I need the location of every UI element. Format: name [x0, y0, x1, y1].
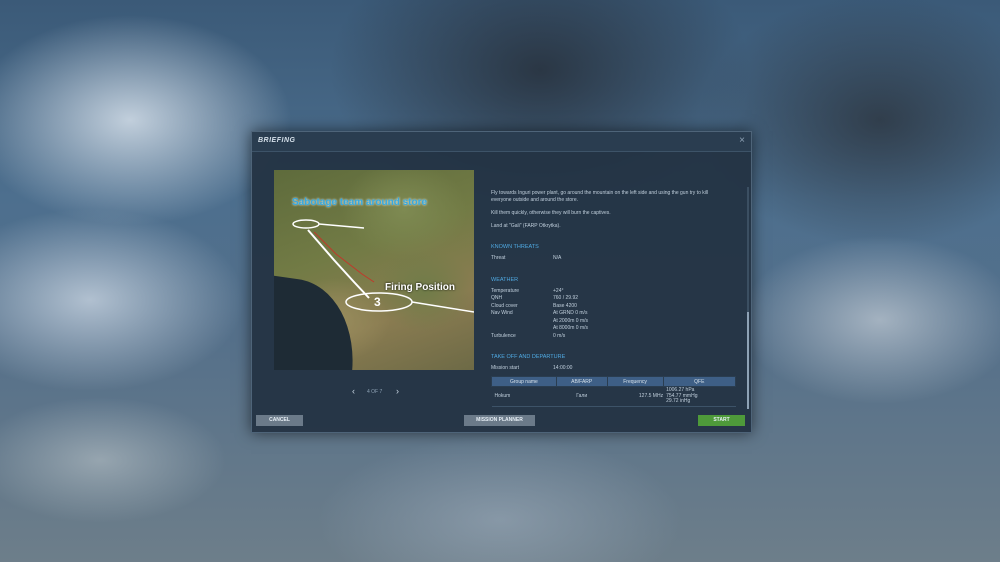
row-key: Temperature [491, 287, 520, 294]
weather-row: QNH 760 / 29.92 [491, 295, 741, 303]
qfe-inhg: 29.72 inHg [666, 398, 691, 404]
description-paragraph: Land at "Gali" (FARP Otkrytka). [491, 223, 561, 229]
mission-planner-button[interactable]: MISSION PLANNER [464, 415, 535, 426]
description-paragraph: Fly towards Inguri power plant, go aroun… [491, 190, 709, 203]
weather-row: At 8000m 0 m/s [491, 325, 741, 333]
table-row: Hokum Гали 127.5 MHz 1006.27 hPa 754.77 … [491, 386, 736, 407]
row-value: At GRND 0 m/s [553, 310, 588, 316]
cell-frequency: 127.5 MHz [607, 386, 664, 407]
cell-group: Hokum [491, 386, 557, 407]
weather-row: Turbulence 0 m/s [491, 333, 741, 341]
flight-path [307, 229, 370, 299]
threat-row: Threat N/A [491, 255, 741, 263]
map-label-firing: Firing Position [385, 282, 455, 293]
row-value: Base 4200 [553, 302, 577, 309]
weather-row: Nav Wind At GRND 0 m/s [491, 310, 741, 318]
chevron-left-icon[interactable]: ‹ [352, 386, 355, 396]
column-header: AB/FARP [555, 376, 608, 387]
row-value: 14:00:00 [553, 365, 573, 371]
dialog-titlebar: BRIEFING × [252, 132, 751, 152]
row-value: 760 / 29.92 [553, 295, 579, 301]
row-value: At 2000m 0 m/s [553, 317, 589, 324]
weather-heading: WEATHER [491, 276, 519, 283]
firing-leader-line [411, 301, 474, 313]
row-key: Mission start [491, 365, 520, 371]
image-pager: ‹ 4 OF 7 › [352, 386, 412, 398]
description-paragraph: Kill them quickly, otherwise they will b… [491, 210, 611, 216]
weather-row: Cloud cover Base 4200 [491, 303, 741, 311]
column-header: QFE [662, 376, 737, 387]
approach-path [313, 231, 375, 283]
row-key: Threat [491, 255, 506, 261]
team-leader-line [318, 223, 365, 229]
column-header: Frequency [606, 376, 664, 387]
cell-qfe: 1006.27 hPa 754.77 mmHg 29.72 inHg [663, 386, 736, 407]
row-value: N/A [553, 255, 562, 261]
close-icon[interactable]: × [739, 135, 745, 146]
briefing-content: Fly towards Inguri power plant, go aroun… [491, 190, 741, 373]
row-key: Nav Wind [491, 310, 513, 316]
scrollbar-thumb[interactable] [747, 312, 749, 409]
map-label-team: Sabotage team around store [292, 197, 428, 208]
briefing-dialog: BRIEFING × Sabotage team around store Fi… [251, 131, 752, 433]
mission-start-row: Mission start 14:00:00 [491, 365, 741, 373]
cell-farp: Гали [556, 386, 608, 407]
map-waypoint-number: 3 [374, 295, 381, 309]
row-value: 0 m/s [553, 332, 566, 339]
row-key: Cloud cover [491, 302, 518, 309]
threats-heading: KNOWN THREATS [491, 244, 539, 250]
table-header-row: Group name AB/FARP Frequency QFE [491, 376, 737, 387]
chevron-right-icon[interactable]: › [396, 386, 399, 396]
row-key: Turbulence [491, 332, 516, 339]
weather-row: At 2000m 0 m/s [491, 318, 741, 326]
dialog-title: BRIEFING [258, 137, 296, 144]
departure-table: Group name AB/FARP Frequency QFE Hokum Г… [491, 376, 737, 407]
team-marker [292, 219, 320, 229]
row-key: QNH [491, 295, 503, 301]
briefing-map-image: Sabotage team around store Firing Positi… [274, 170, 474, 370]
row-value: +24° [553, 287, 564, 294]
row-value: At 8000m 0 m/s [553, 325, 589, 331]
pager-count: 4 OF 7 [367, 389, 383, 395]
cancel-button[interactable]: CANCEL [256, 415, 303, 426]
weather-row: Temperature +24° [491, 288, 741, 296]
column-header: Group name [491, 376, 557, 387]
start-button[interactable]: START [698, 415, 745, 426]
takeoff-heading: TAKE OFF AND DEPARTURE [491, 354, 566, 360]
scrollbar[interactable] [747, 187, 749, 409]
